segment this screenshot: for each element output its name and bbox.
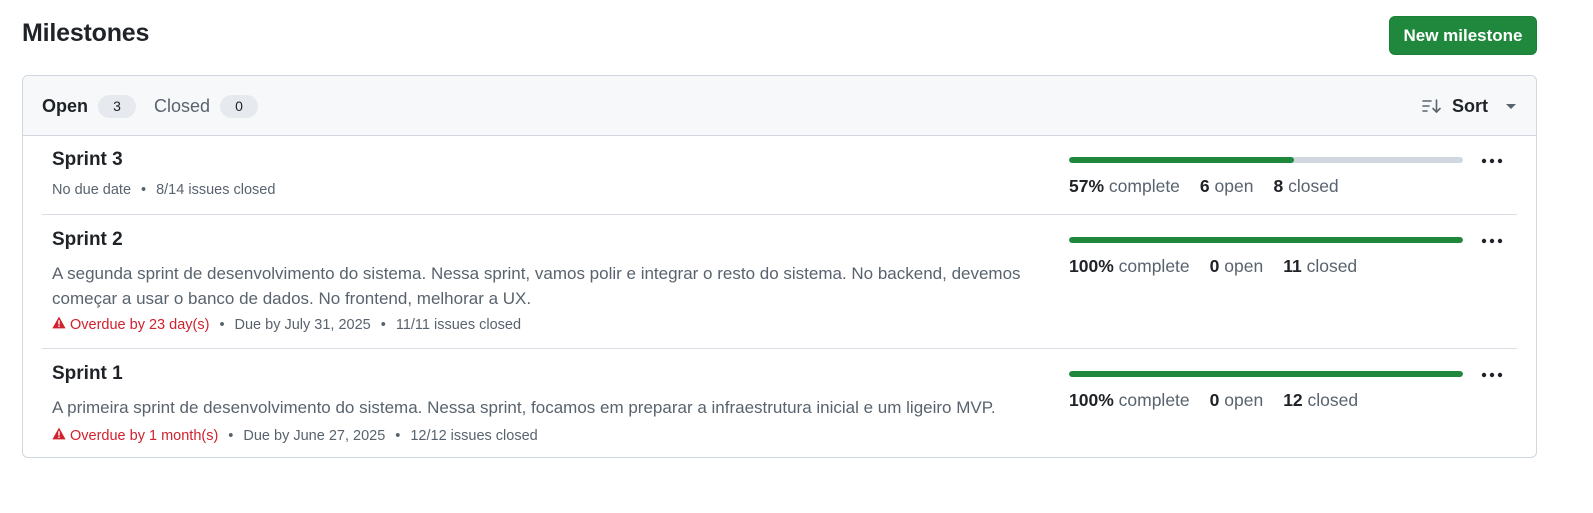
- percent-complete: 57% complete: [1069, 176, 1180, 196]
- milestones-box: Open 3 Closed 0 Sort Sprint 3 No due dat…: [22, 75, 1537, 458]
- open-issues: 0 open: [1209, 256, 1264, 276]
- milestone-title[interactable]: Sprint 3: [52, 149, 123, 171]
- issues-closed: 8/14 issues closed: [156, 182, 276, 198]
- milestones-header: Open 3 Closed 0 Sort: [23, 76, 1536, 136]
- milestone-description: A primeira sprint de desenvolvimento do …: [52, 398, 996, 417]
- meta-separator: •: [395, 427, 401, 444]
- progress-fill: [1069, 237, 1463, 243]
- closed-counter: 0: [220, 94, 259, 118]
- open-issues: 6 open: [1199, 176, 1254, 196]
- milestone-row: Sprint 3 No due date • 8/14 issues close…: [42, 135, 1517, 215]
- milestone-meta: Overdue by 23 day(s) • Due by July 31, 2…: [52, 316, 521, 333]
- tab-open[interactable]: Open 3: [42, 93, 137, 119]
- kebab-horizontal-icon[interactable]: [1478, 149, 1506, 173]
- milestone-meta: Overdue by 1 month(s) • Due by June 27, …: [52, 427, 538, 444]
- triangle-down-icon: [1506, 103, 1516, 109]
- kebab-horizontal-icon[interactable]: [1478, 363, 1506, 387]
- alert-icon: [52, 316, 66, 333]
- sort-icon: [1422, 98, 1442, 114]
- milestone-title[interactable]: Sprint 2: [52, 229, 123, 251]
- sort-label: Sort: [1452, 95, 1488, 116]
- open-counter: 3: [98, 94, 137, 118]
- tab-open-label: Open: [42, 95, 89, 116]
- milestone-stats: 100% complete 0 open 12 closed: [1069, 390, 1358, 411]
- meta-separator: •: [380, 316, 386, 333]
- percent-complete: 100% complete: [1069, 390, 1190, 410]
- progress-fill: [1069, 371, 1463, 377]
- sort-button[interactable]: Sort: [1422, 93, 1516, 119]
- progress-bar: [1069, 237, 1463, 243]
- due-date: Due by July 31, 2025: [234, 316, 371, 333]
- page-title: Milestones: [22, 19, 150, 47]
- closed-issues: 12 closed: [1283, 390, 1359, 410]
- milestone-row: Sprint 1 A primeira sprint de desenvolvi…: [42, 349, 1517, 457]
- issues-closed: 11/11 issues closed: [395, 316, 522, 333]
- overdue-status: Overdue by 1 month(s): [52, 427, 218, 444]
- closed-issues: 11 closed: [1283, 256, 1358, 276]
- meta-separator: •: [219, 316, 225, 333]
- milestone-description: A segunda sprint de desenvolvimento do s…: [52, 264, 1021, 308]
- closed-issues: 8 closed: [1273, 176, 1339, 196]
- percent-complete: 100% complete: [1069, 256, 1190, 276]
- issues-closed: 12/12 issues closed: [410, 427, 538, 444]
- milestone-meta: No due date • 8/14 issues closed: [52, 182, 275, 198]
- due-date: Due by June 27, 2025: [243, 427, 386, 444]
- meta-separator: •: [141, 182, 147, 198]
- kebab-horizontal-icon[interactable]: [1478, 229, 1506, 253]
- milestone-stats: 100% complete 0 open 11 closed: [1069, 256, 1357, 277]
- meta-separator: •: [228, 427, 234, 444]
- new-milestone-button[interactable]: New milestone: [1389, 16, 1537, 55]
- progress-fill: [1069, 157, 1294, 163]
- progress-bar: [1069, 371, 1463, 377]
- alert-icon: [52, 427, 66, 444]
- tab-closed-label: Closed: [154, 95, 211, 116]
- milestone-title[interactable]: Sprint 1: [52, 363, 123, 385]
- progress-bar: [1069, 157, 1463, 163]
- open-issues: 0 open: [1209, 390, 1264, 410]
- due-date: No due date: [52, 182, 132, 198]
- tab-closed[interactable]: Closed 0: [154, 93, 259, 119]
- milestone-row: Sprint 2 A segunda sprint de desenvolvim…: [42, 215, 1517, 349]
- overdue-status: Overdue by 23 day(s): [52, 316, 209, 333]
- milestone-stats: 57% complete 6 open 8 closed: [1069, 176, 1339, 197]
